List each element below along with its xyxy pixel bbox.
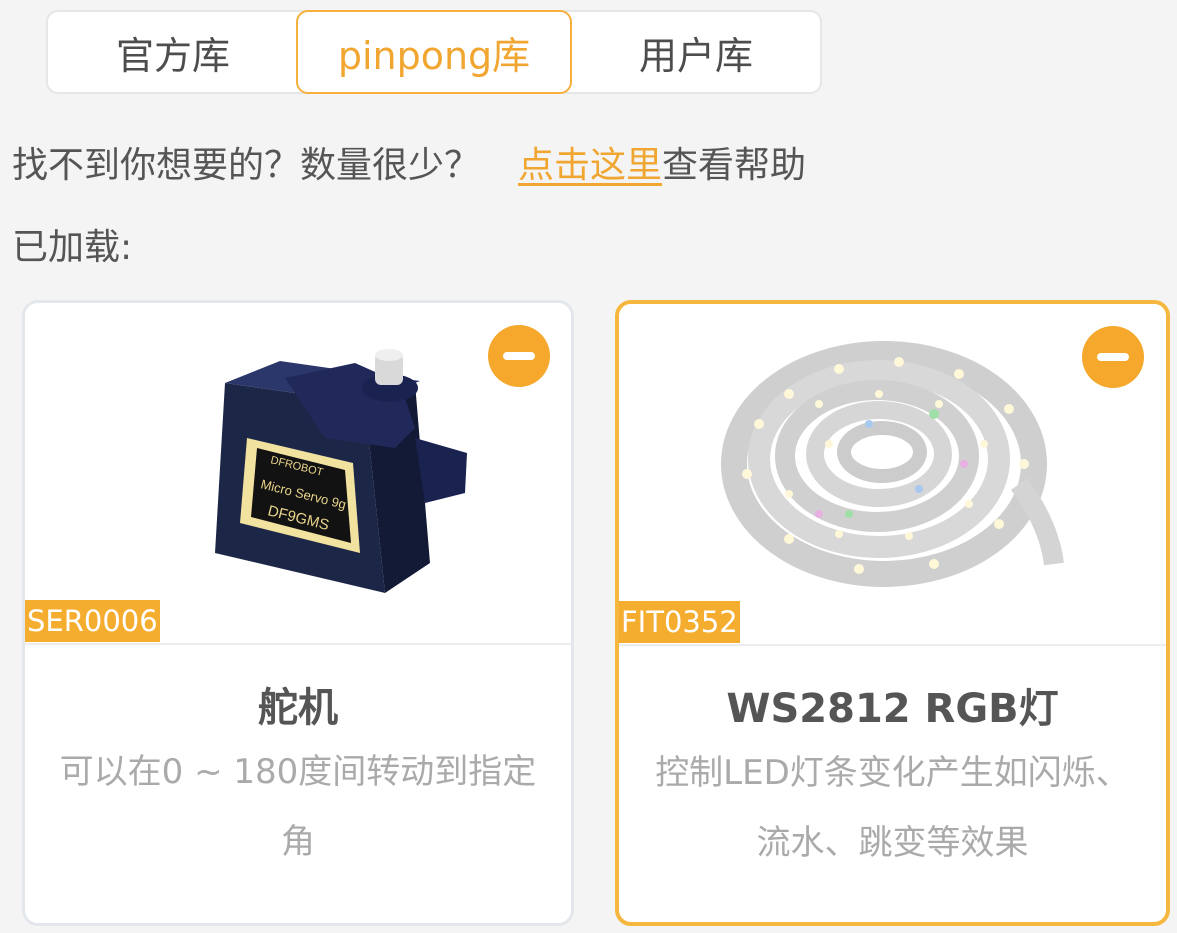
card-description: 控制LED灯条变化产生如闪烁、流水、跳变等效果 — [655, 753, 1130, 863]
library-tabs: 官方库 pinpong库 用户库 — [46, 10, 822, 94]
remove-button[interactable] — [1082, 326, 1144, 388]
card-title: 舵机 — [258, 685, 338, 731]
product-code-tag: FIT0352 — [619, 601, 740, 643]
tab-user-library[interactable]: 用户库 — [570, 10, 822, 94]
micro-servo-image: DFROBOT Micro Servo 9g DF9GMS — [215, 349, 467, 593]
help-line: 找不到你想要的？数量很少？ 点击这里 查看帮助 — [12, 137, 806, 187]
loaded-label: 已加载: — [12, 227, 133, 268]
remove-button[interactable] — [488, 325, 550, 387]
card-title: WS2812 RGB灯 — [726, 686, 1059, 732]
help-suffix: 查看帮助 — [662, 145, 807, 186]
help-link[interactable]: 点击这里 — [518, 136, 662, 188]
product-code-tag: SER0006 — [25, 600, 160, 642]
extension-card-servo[interactable]: DFROBOT Micro Servo 9g DF9GMS SER0006 舵机… — [22, 300, 574, 926]
tab-pinpong-library[interactable]: pinpong库 — [296, 10, 572, 94]
extension-card-led-strip[interactable]: FIT0352 WS2812 RGB灯 控制LED灯条变化产生如闪烁、流水、跳变… — [615, 300, 1170, 926]
tab-official-library[interactable]: 官方库 — [48, 10, 298, 94]
led-strip-image — [721, 341, 1064, 587]
help-prefix: 找不到你想要的？数量很少？ — [12, 145, 481, 186]
card-description: 可以在0 ~ 180度间转动到指定角 — [59, 752, 537, 862]
